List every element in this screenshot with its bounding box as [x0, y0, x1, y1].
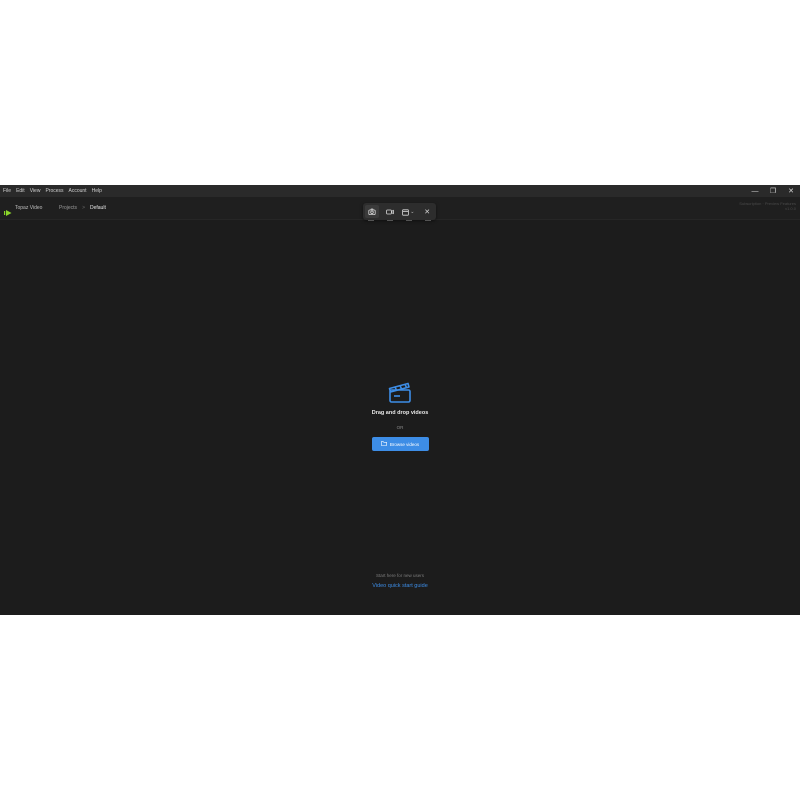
breadcrumb: Projects > Default	[59, 205, 106, 211]
clapperboard-icon	[387, 380, 413, 406]
minimize-button[interactable]: —	[746, 185, 764, 197]
close-icon: ✕	[424, 208, 431, 216]
app-window: File Edit View Process Account Help — ❐ …	[0, 185, 800, 615]
topaz-logo-icon	[4, 204, 12, 216]
menu-file[interactable]: File	[3, 188, 11, 194]
menu-help[interactable]: Help	[92, 188, 102, 194]
video-icon	[385, 203, 394, 221]
browse-videos-label: Browse videos	[389, 441, 420, 447]
menu-bar: File Edit View Process Account Help — ❐ …	[0, 185, 800, 197]
camera-icon	[368, 203, 376, 221]
header-right-info: Subscription · Preview Features v1.0.0	[739, 201, 796, 211]
header-right-line2: v1.0.0	[785, 206, 796, 211]
close-toolbar-button[interactable]: ✕	[420, 205, 434, 218]
folder-icon	[380, 441, 387, 447]
app-name: Topaz Video	[15, 205, 43, 211]
record-video-button[interactable]	[383, 205, 397, 218]
capture-toolbar: ⌄ ✕	[363, 203, 436, 220]
window-select-icon	[402, 203, 410, 221]
breadcrumb-projects[interactable]: Projects	[59, 205, 77, 211]
hidden-toolbar-icons	[368, 220, 431, 221]
menu-edit[interactable]: Edit	[16, 188, 25, 194]
new-users-hint: Start here for new users	[375, 573, 425, 578]
menu-account[interactable]: Account	[69, 188, 87, 194]
window-select-button[interactable]: ⌄	[400, 205, 416, 218]
drag-drop-title: Drag and drop videos	[371, 410, 429, 416]
or-separator: OR	[396, 425, 404, 430]
app-header: Topaz Video Projects > Default Subscript…	[0, 197, 800, 221]
hidden-icon-4	[425, 220, 431, 221]
breadcrumb-current: Default	[89, 205, 106, 211]
close-window-button[interactable]: ✕	[782, 185, 800, 197]
camera-button[interactable]	[364, 203, 379, 221]
empty-state: Drag and drop videos OR Browse videos	[0, 380, 800, 451]
breadcrumb-separator: >	[82, 205, 85, 211]
quick-start-guide-link[interactable]: Video quick start guide	[372, 583, 428, 589]
chevron-down-icon: ⌄	[410, 208, 415, 215]
app-logo[interactable]: Topaz Video	[4, 204, 43, 216]
footer-help: Start here for new users Video quick sta…	[0, 573, 800, 589]
menu-process[interactable]: Process	[45, 188, 63, 194]
restore-button[interactable]: ❐	[764, 185, 782, 197]
menu-view[interactable]: View	[30, 188, 41, 194]
browse-videos-button[interactable]: Browse videos	[371, 437, 429, 451]
